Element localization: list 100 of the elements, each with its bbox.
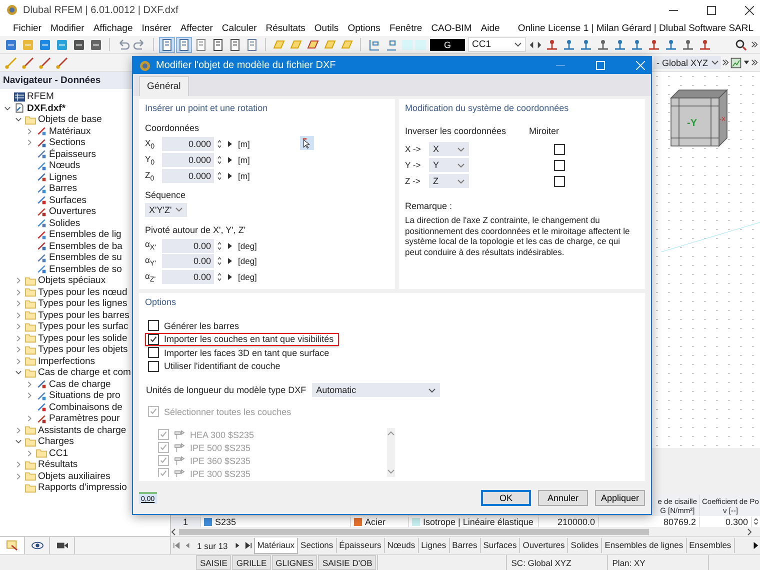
dialog-button[interactable]: Annuler — [538, 490, 588, 506]
tree-item[interactable]: Types pour les objets — [38, 344, 128, 356]
license-info: Online License 1 | Milan Gérard | Dlubal Software SARL — [518, 22, 754, 34]
tree-item[interactable]: Ensembles de lig — [49, 229, 122, 240]
page-indicator: 1 sur 13 — [197, 540, 228, 550]
group-title: Insérer un point et une rotation — [145, 103, 269, 113]
axis-dropdown[interactable]: X — [429, 142, 469, 156]
axis-dropdown[interactable]: Y — [429, 158, 469, 172]
dialog-tab[interactable]: Général — [139, 76, 189, 96]
checkbox-label[interactable]: Importer les couches en tant que visibilités — [164, 334, 334, 344]
tree-item[interactable]: Charges — [38, 436, 74, 448]
sheet-tab[interactable]: Sections — [298, 538, 337, 553]
menu-item[interactable]: Fichier — [13, 22, 42, 34]
sheet-tab[interactable]: Lignes — [418, 538, 450, 553]
tree-item[interactable]: Solides — [49, 218, 80, 229]
menu-item[interactable]: Résultats — [266, 22, 306, 34]
color-label: G — [430, 38, 466, 50]
dialog-button[interactable]: Appliquer — [595, 490, 645, 506]
sequence-dropdown[interactable]: X'Y'Z' — [145, 203, 187, 217]
tree-item[interactable]: Objets auxiliaires — [38, 470, 110, 482]
tree-item[interactable]: Combinaisons de — [49, 402, 122, 413]
sheet-tab[interactable]: Surfaces — [480, 538, 520, 553]
menu-item[interactable]: Affichage — [93, 22, 133, 34]
menu-item[interactable]: Affecter — [180, 22, 213, 34]
load-case-dropdown[interactable]: CC1 — [468, 37, 526, 52]
checkbox-label[interactable]: Générer les barres — [164, 320, 240, 331]
unit-label: [deg] — [238, 256, 257, 266]
number-field[interactable]: 0.00 — [162, 254, 214, 268]
tree-item[interactable]: Assistants de charge — [38, 424, 126, 436]
table-cell: 1 — [171, 516, 201, 526]
menu-item[interactable]: Fenêtre — [389, 22, 422, 34]
sheet-tab[interactable]: Ensembles de lignes — [602, 538, 687, 553]
tree-item[interactable]: Situations de pro — [49, 390, 120, 402]
field-label: α$_{X'}$ — [145, 239, 157, 252]
menu-item[interactable]: Calculer — [222, 22, 257, 34]
field-label: α$_{Z'}$ — [145, 270, 157, 284]
status-toggle[interactable]: SAISIE D'OB — [318, 555, 376, 570]
tree-item[interactable]: Paramètres pour — [49, 413, 120, 424]
tree-item[interactable]: CC1 — [49, 448, 68, 459]
menu-item[interactable]: Aide — [480, 22, 500, 34]
number-field[interactable]: 0.000 — [162, 153, 214, 167]
sheet-tab[interactable]: Matériaux — [254, 538, 298, 554]
status-toggle[interactable]: SAISIE — [196, 555, 232, 570]
tree-item[interactable]: Types pour les nœud — [38, 286, 128, 298]
unit-label: [m] — [238, 171, 250, 181]
tree-item[interactable]: Ensembles de su — [49, 252, 122, 264]
tree-item[interactable]: Nœuds — [49, 160, 80, 172]
tree-item[interactable]: Types pour les surfac — [38, 321, 128, 332]
sheet-tab[interactable]: Épaisseurs — [336, 538, 385, 553]
menu-item[interactable]: Options — [348, 22, 380, 34]
sheet-tab[interactable]: Ensembles — [686, 538, 735, 553]
sheet-tab[interactable]: Ouvertures — [520, 538, 568, 553]
number-field[interactable]: 0.00 — [162, 238, 214, 253]
field-label: Y -> — [405, 160, 422, 170]
number-field[interactable]: 0.000 — [162, 137, 214, 151]
menu-item[interactable]: CAO-BIM — [431, 22, 472, 34]
checkbox-label[interactable]: Utiliser l'identifiant de couche — [164, 361, 280, 372]
status-toggle[interactable]: GLIGNES — [272, 555, 318, 570]
tree-item[interactable]: Ensembles de ba — [49, 240, 122, 252]
menu-item[interactable]: Modifier — [50, 22, 84, 34]
axis-dropdown[interactable]: Z — [429, 174, 469, 188]
tree-item[interactable]: Objets spéciaux — [38, 275, 106, 286]
status-toggle[interactable]: GRILLE — [232, 555, 271, 570]
section-label: Séquence — [145, 190, 187, 200]
field-label: Unités de longueur du modèle type DXF — [146, 385, 306, 395]
number-field[interactable]: 0.000 — [162, 169, 214, 183]
tree-item[interactable]: Types pour les solide — [38, 332, 128, 344]
tree-item[interactable]: Ensembles de so — [49, 264, 122, 275]
tree-item[interactable]: Matériaux — [49, 126, 91, 137]
tree-item[interactable]: Cas de charge — [49, 378, 111, 390]
tree-item[interactable]: Lignes — [49, 172, 77, 183]
tree-item[interactable]: Sections — [49, 137, 86, 148]
tree-item[interactable]: Surfaces — [49, 194, 86, 206]
dialog-button[interactable]: OK — [481, 490, 531, 506]
group-title: Options — [145, 297, 178, 307]
tree-item[interactable]: Types pour les lignes — [38, 298, 128, 310]
tree-item[interactable]: Résultats — [38, 459, 78, 470]
tree-item[interactable]: Types pour les barres — [38, 310, 130, 321]
menu-item[interactable]: Outils — [314, 22, 339, 34]
coordinate-system-dropdown[interactable]: - Global XYZ — [654, 56, 721, 69]
tree-item[interactable]: DXF.dxf* — [27, 102, 66, 114]
tree-item[interactable]: Barres — [49, 183, 77, 194]
sheet-tab[interactable]: Barres — [450, 538, 481, 553]
tree-item[interactable]: Épaisseurs — [49, 148, 96, 160]
tree-item[interactable]: Imperfections — [38, 356, 96, 367]
menu-item[interactable]: Insérer — [142, 22, 172, 34]
field-label: Z -> — [405, 176, 422, 186]
checkbox-label[interactable]: Importer les faces 3D en tant que surface — [164, 348, 330, 358]
number-field[interactable]: 0.00 — [162, 270, 214, 284]
field-label: X$_{0}$ — [145, 138, 156, 150]
sheet-tab[interactable]: Nœuds — [384, 538, 419, 553]
tree-item[interactable]: Ouvertures — [49, 206, 96, 218]
tree-item[interactable]: RFEM — [27, 91, 54, 102]
tree-item[interactable]: Objets de base — [38, 114, 102, 126]
field-label: Z$_{0}$ — [145, 170, 156, 182]
section-label: Pivoté autour de X', Y', Z' — [145, 224, 247, 235]
tree-item[interactable]: Cas de charge et com — [38, 367, 131, 378]
tree-item[interactable]: Rapports d'impressio — [38, 482, 127, 494]
units-dropdown[interactable]: Automatic — [312, 383, 440, 397]
sheet-tab[interactable]: Solides — [568, 538, 602, 553]
